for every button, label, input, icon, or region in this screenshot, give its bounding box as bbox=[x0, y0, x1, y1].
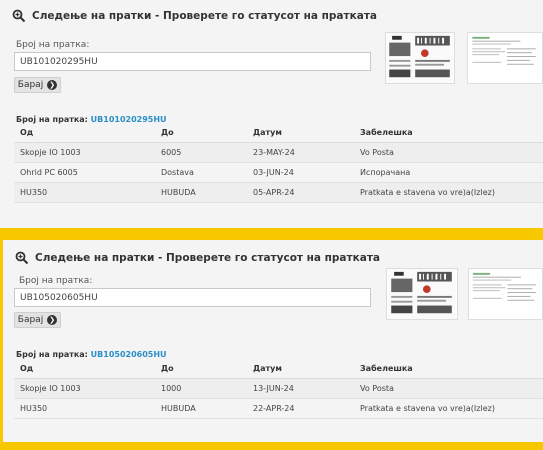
tracking-number-input[interactable] bbox=[14, 52, 371, 71]
search-icon bbox=[15, 251, 29, 265]
column-header: Забелешка bbox=[354, 124, 543, 143]
panel-title: Следење на пратки - Проверете го статусо… bbox=[12, 9, 377, 23]
search-icon bbox=[12, 9, 26, 23]
table-cell: Испорачана bbox=[354, 162, 543, 183]
table-cell: HU350 bbox=[14, 398, 155, 419]
table-cell: 23-MAY-24 bbox=[247, 142, 354, 163]
tracking-number-label: Број на пратка: bbox=[19, 276, 93, 286]
table-cell: Vo Posta bbox=[354, 378, 543, 399]
result-heading: Број на пратка: UB105020605HU bbox=[16, 350, 167, 359]
column-header: До bbox=[155, 360, 247, 379]
table-cell: 6005 bbox=[155, 142, 247, 163]
table-cell: Pratkata e stavena vo vre)a(Izlez) bbox=[354, 398, 543, 419]
receipt-thumbnail[interactable] bbox=[385, 32, 455, 84]
column-header: Забелешка bbox=[354, 360, 543, 379]
search-button-label: Барај bbox=[17, 80, 44, 90]
tracking-panel: Следење на пратки - Проверете го статусо… bbox=[3, 240, 543, 442]
document-thumbnail[interactable] bbox=[468, 268, 543, 320]
tracking-number-input[interactable] bbox=[14, 288, 371, 307]
table-cell: HUBUDA bbox=[155, 398, 247, 419]
result-label: Број на пратка: bbox=[16, 350, 88, 359]
panel-title: Следење на пратки - Проверете го статусо… bbox=[15, 251, 380, 265]
result-tracking-number[interactable]: UB105020605HU bbox=[91, 350, 167, 359]
panel-title-text: Следење на пратки - Проверете го статусо… bbox=[35, 252, 380, 264]
column-header: До bbox=[155, 124, 247, 143]
table-cell: Pratkata e stavena vo vre)a(Izlez) bbox=[354, 182, 543, 203]
table-header-row: Од До Датум Забелешка bbox=[14, 124, 543, 143]
tracking-panel: Следење на пратки - Проверете го статусо… bbox=[0, 0, 543, 228]
panel-title-text: Следење на пратки - Проверете го статусо… bbox=[32, 10, 377, 22]
tracking-number-label: Број на пратка: bbox=[16, 40, 90, 50]
table-cell: 1000 bbox=[155, 378, 247, 399]
table-row: Skopje IO 1003 1000 13-JUN-24 Vo Posta bbox=[14, 378, 543, 399]
receipt-thumbnail[interactable] bbox=[386, 268, 458, 320]
search-button[interactable]: Барај ❯ bbox=[14, 77, 61, 93]
table-cell: Skopje IO 1003 bbox=[14, 378, 155, 399]
table-row: Skopje IO 1003 6005 23-MAY-24 Vo Posta bbox=[14, 142, 543, 163]
document-thumbnail[interactable] bbox=[467, 32, 543, 84]
column-header: Датум bbox=[247, 124, 354, 143]
table-cell: Ohrid PC 6005 bbox=[14, 162, 155, 183]
table-header-row: Од До Датум Забелешка bbox=[14, 360, 543, 379]
tracking-table: Од До Датум Забелешка Skopje IO 1003 600… bbox=[14, 124, 543, 203]
column-header: Датум bbox=[247, 360, 354, 379]
table-row: HU350 HUBUDA 22-APR-24 Pratkata e staven… bbox=[14, 398, 543, 419]
arrow-right-icon: ❯ bbox=[47, 80, 58, 90]
tracking-table: Од До Датум Забелешка Skopje IO 1003 100… bbox=[14, 360, 543, 419]
table-cell: 13-JUN-24 bbox=[247, 378, 354, 399]
column-header: Од bbox=[14, 360, 155, 379]
search-button-label: Барај bbox=[17, 315, 44, 325]
table-cell: 22-APR-24 bbox=[247, 398, 354, 419]
column-header: Од bbox=[14, 124, 155, 143]
arrow-right-icon: ❯ bbox=[47, 315, 58, 325]
table-cell: Vo Posta bbox=[354, 142, 543, 163]
table-cell: HU350 bbox=[14, 182, 155, 203]
table-row: Ohrid PC 6005 Dostava 03-JUN-24 Испорача… bbox=[14, 162, 543, 183]
table-cell: 03-JUN-24 bbox=[247, 162, 354, 183]
table-row: HU350 HUBUDA 05-APR-24 Pratkata e staven… bbox=[14, 182, 543, 203]
table-cell: Skopje IO 1003 bbox=[14, 142, 155, 163]
result-heading: Број на пратка: UB101020295HU bbox=[16, 115, 167, 124]
table-cell: 05-APR-24 bbox=[247, 182, 354, 203]
table-cell: HUBUDA bbox=[155, 182, 247, 203]
result-label: Број на пратка: bbox=[16, 115, 88, 124]
search-button[interactable]: Барај ❯ bbox=[14, 312, 61, 328]
result-tracking-number[interactable]: UB101020295HU bbox=[91, 115, 167, 124]
table-cell: Dostava bbox=[155, 162, 247, 183]
